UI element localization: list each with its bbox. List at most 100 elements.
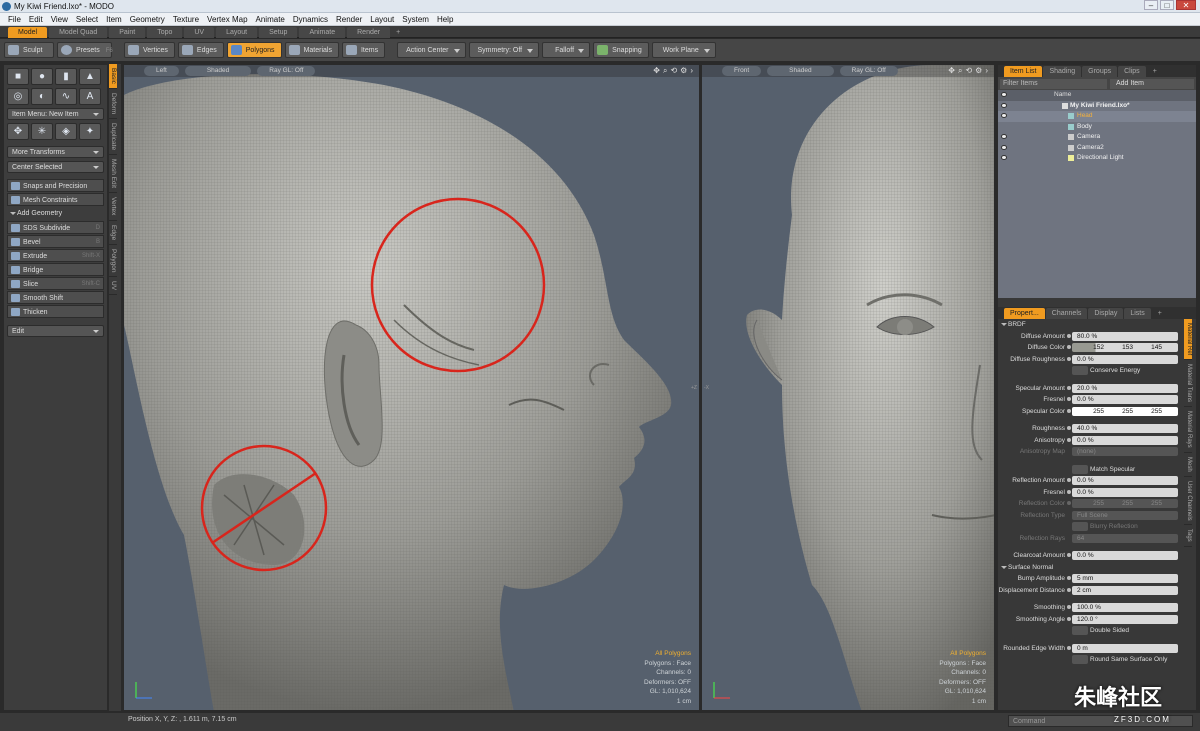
smooth-shift-button[interactable]: Smooth Shift (7, 291, 104, 304)
eye-icon[interactable] (1001, 113, 1007, 118)
action-center-dropdown[interactable]: Action Center (397, 42, 466, 58)
move-icon[interactable]: ✥ (7, 123, 29, 140)
scale-icon[interactable]: ◈ (55, 123, 77, 140)
vertices-mode-button[interactable]: Vertices (124, 42, 175, 58)
tab-model[interactable]: Model (8, 27, 48, 38)
menu-animate[interactable]: Animate (252, 13, 289, 25)
rotate-view-icon[interactable]: ⟲ (965, 66, 972, 76)
presets-button[interactable]: Presets F6 (57, 42, 113, 58)
tree-row-light[interactable]: Directional Light (998, 153, 1196, 164)
menu-edit[interactable]: Edit (25, 13, 47, 25)
raygl-right[interactable]: Ray GL: Off (839, 66, 898, 76)
tree-row-scene[interactable]: My Kiwi Friend.lxo* (998, 101, 1196, 112)
specular-amount-field[interactable]: 20.0 % (1072, 383, 1178, 393)
tab-render[interactable]: Render (347, 27, 391, 38)
menu-dynamics[interactable]: Dynamics (289, 13, 332, 25)
tab-polygon[interactable]: Polygon (109, 245, 117, 278)
items-mode-button[interactable]: Items (341, 42, 386, 58)
menu-file[interactable]: File (4, 13, 25, 25)
eye-icon[interactable] (1001, 102, 1007, 108)
bridge-button[interactable]: Bridge (7, 263, 104, 276)
tab-add[interactable]: + (1147, 66, 1163, 77)
tree-row-body[interactable]: Body (998, 122, 1196, 133)
menu-vertex-map[interactable]: Vertex Map (203, 13, 251, 25)
settings-icon[interactable]: ⚙ (975, 66, 982, 76)
rotate-view-icon[interactable]: ⟲ (670, 66, 677, 76)
smoothing-field[interactable]: 100.0 % (1072, 603, 1178, 612)
add-item-button[interactable]: Add Item (1110, 78, 1194, 89)
tab-basic[interactable]: Basic (109, 64, 117, 89)
tab-properties[interactable]: Propert... (1004, 308, 1045, 319)
reflection-color-field[interactable]: 255 255 255 (1072, 499, 1178, 508)
add-geometry-header[interactable]: Add Geometry (7, 208, 104, 220)
edit-dropdown[interactable]: Edit (7, 325, 104, 337)
diffuse-color-field[interactable]: 152 153 145 (1072, 343, 1178, 352)
transform-icon[interactable]: ✦ (79, 123, 101, 140)
fresnel2-field[interactable]: 0.0 % (1072, 487, 1178, 497)
eye-icon[interactable] (1001, 134, 1007, 139)
snapping-button[interactable]: Snapping (593, 42, 649, 58)
bevel-button[interactable]: Bevel B (7, 235, 104, 248)
tab-layout[interactable]: Layout (216, 27, 258, 38)
blurry-reflection-checkbox[interactable] (1072, 522, 1088, 531)
menu-layout[interactable]: Layout (366, 13, 398, 25)
menu-texture[interactable]: Texture (169, 13, 203, 25)
tab-model-quad[interactable]: Model Quad (49, 27, 108, 38)
fresnel-field[interactable]: 0.0 % (1072, 395, 1178, 404)
menu-item[interactable]: Item (102, 13, 126, 25)
displacement-distance-field[interactable]: 2 cm (1072, 585, 1178, 595)
tab-item-list[interactable]: Item List (1004, 66, 1043, 77)
specular-color-field[interactable]: 255 255 255 (1072, 406, 1178, 416)
tab-shading[interactable]: Shading (1043, 66, 1082, 77)
cone-icon[interactable]: ▲ (79, 68, 101, 85)
tab-setup[interactable]: Setup (259, 27, 298, 38)
diffuse-roughness-field[interactable]: 0.0 % (1072, 354, 1178, 364)
slice-button[interactable]: Slice Shift-C (7, 277, 104, 290)
viewport-left[interactable]: Left Shaded Ray GL: Off ✥ ⌕ ⟲ ⚙ › +Z All… (123, 64, 700, 711)
reflection-rays-field[interactable]: 64 (1072, 533, 1178, 543)
raygl-left[interactable]: Ray GL: Off (257, 66, 316, 76)
menu-help[interactable]: Help (433, 13, 457, 25)
torus-icon[interactable]: ◎ (7, 88, 29, 105)
menu-select[interactable]: Select (72, 13, 102, 25)
cube-icon[interactable]: ■ (7, 68, 29, 85)
tab-channels[interactable]: Channels (1045, 308, 1088, 319)
filter-items-input[interactable]: Filter Items (1000, 78, 1107, 89)
viewport-right[interactable]: Front Shaded Ray GL: Off ✥ ⌕ ⟲ ⚙ › -X Al… (701, 64, 995, 711)
rounded-edge-width-field[interactable]: 0 m (1072, 643, 1178, 653)
edges-mode-button[interactable]: Edges (177, 42, 224, 58)
menu-system[interactable]: System (398, 13, 433, 25)
reflection-type-field[interactable]: Full Scene (1072, 510, 1178, 520)
menu-render[interactable]: Render (332, 13, 366, 25)
falloff-dropdown[interactable]: Falloff (542, 42, 591, 58)
maximize-button[interactable]: □ (1160, 0, 1174, 10)
tab-groups[interactable]: Groups (1082, 66, 1118, 77)
minimize-button[interactable]: – (1144, 0, 1158, 10)
more-transforms-dropdown[interactable]: More Transforms (7, 146, 104, 158)
tree-row-camera2[interactable]: Camera2 (998, 143, 1196, 154)
tab-display[interactable]: Display (1088, 308, 1124, 319)
view-type-left[interactable]: Left (144, 66, 179, 76)
anisotropy-field[interactable]: 0.0 % (1072, 435, 1178, 445)
zoom-icon[interactable]: ⌕ (663, 66, 667, 76)
brdf-header[interactable]: BRDF (998, 319, 1196, 331)
sphere-icon[interactable]: ● (31, 68, 53, 85)
add-tab-button[interactable]: + (392, 27, 404, 38)
tab-clips[interactable]: Clips (1118, 66, 1146, 77)
double-sided-checkbox[interactable] (1072, 626, 1088, 635)
tab-lists[interactable]: Lists (1124, 308, 1151, 319)
reflection-amount-field[interactable]: 0.0 % (1072, 476, 1178, 485)
tab-vertex[interactable]: Vertex (109, 193, 117, 221)
work-plane-dropdown[interactable]: Work Plane (651, 42, 716, 58)
tab-paint[interactable]: Paint (109, 27, 146, 38)
shading-right[interactable]: Shaded (767, 66, 834, 76)
arrow-right-icon[interactable]: › (690, 66, 693, 76)
polygons-mode-button[interactable]: Polygons (226, 42, 282, 58)
center-selected-dropdown[interactable]: Center Selected (7, 161, 104, 173)
tab-duplicate[interactable]: Duplicate (109, 119, 117, 156)
cylinder-icon[interactable]: ▮ (55, 68, 77, 85)
thicken-button[interactable]: Thicken (7, 305, 104, 318)
anisotropy-map-field[interactable]: (none) (1072, 447, 1178, 456)
eye-icon[interactable] (1001, 144, 1007, 150)
menu-geometry[interactable]: Geometry (126, 13, 169, 25)
